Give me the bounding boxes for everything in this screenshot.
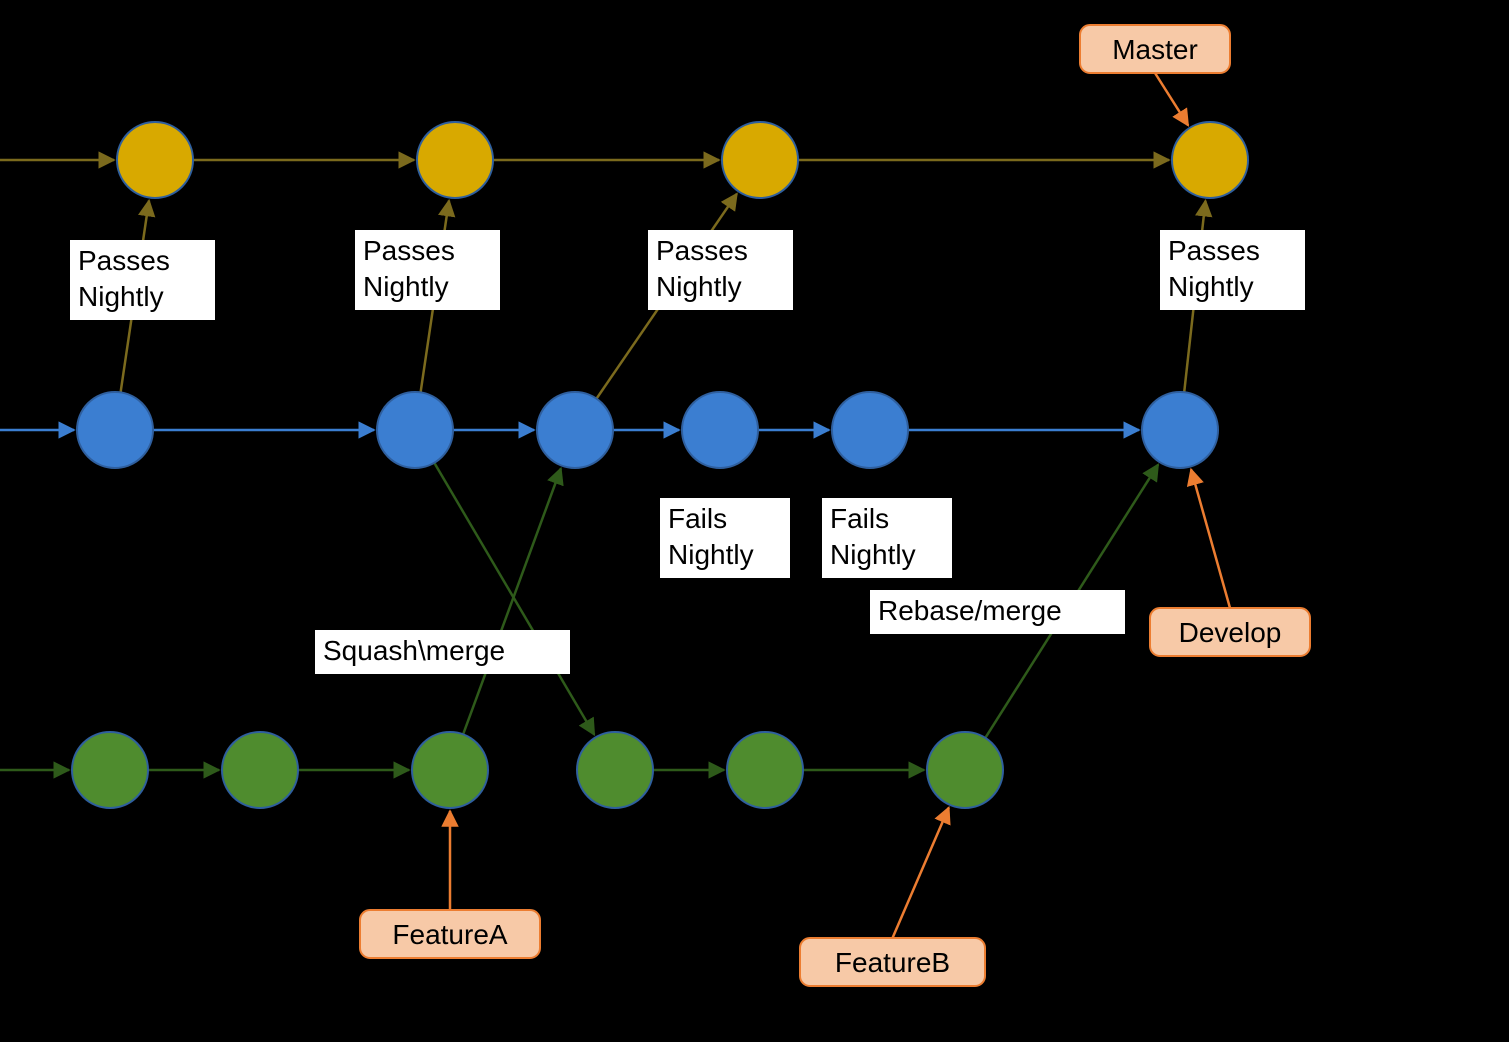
label-text: Passes <box>1168 235 1260 266</box>
commit-f2 <box>222 732 298 808</box>
commit-d1 <box>77 392 153 468</box>
label-text: Nightly <box>1168 271 1254 302</box>
branch-tag-text: Master <box>1112 34 1198 65</box>
label-text: Passes <box>78 245 170 276</box>
tag-pointer-tag_master <box>1155 73 1188 125</box>
commit-f1 <box>72 732 148 808</box>
commit-d6 <box>1142 392 1218 468</box>
commit-f6 <box>927 732 1003 808</box>
label-pn2: Passes Nightly <box>355 230 500 310</box>
tag-pointer-tag_featureB <box>893 808 949 938</box>
commit-d5 <box>832 392 908 468</box>
label-text: Nightly <box>656 271 742 302</box>
edge-d2-f4 <box>415 430 594 735</box>
label-text: Nightly <box>830 539 916 570</box>
label-fn1: Fails Nightly <box>660 498 790 578</box>
tag-pointer-tag_develop <box>1191 469 1230 608</box>
label-text: Fails <box>668 503 727 534</box>
commit-m3 <box>722 122 798 198</box>
commit-m2 <box>417 122 493 198</box>
label-text: Squash\merge <box>323 635 505 666</box>
label-text: Nightly <box>363 271 449 302</box>
commit-f4 <box>577 732 653 808</box>
label-rb: Rebase/merge <box>870 590 1125 634</box>
branch-tag-tag_master: Master <box>1080 25 1230 73</box>
label-text: Passes <box>363 235 455 266</box>
commit-d4 <box>682 392 758 468</box>
label-pn4: Passes Nightly <box>1160 230 1305 310</box>
label-fn2: Fails Nightly <box>822 498 952 578</box>
branch-tag-text: Develop <box>1179 617 1282 648</box>
label-text: Rebase/merge <box>878 595 1062 626</box>
label-text: Nightly <box>78 281 164 312</box>
commit-f3 <box>412 732 488 808</box>
label-text: Fails <box>830 503 889 534</box>
edge-f3-d3 <box>450 468 561 770</box>
label-pn3: Passes Nightly <box>648 230 793 310</box>
commit-m1 <box>117 122 193 198</box>
git-flow-diagram: PassesNightlyPassesNightlyPassesNightlyP… <box>0 0 1509 1042</box>
commit-d2 <box>377 392 453 468</box>
commit-m4 <box>1172 122 1248 198</box>
commit-d3 <box>537 392 613 468</box>
branch-tag-tag_featureA: FeatureA <box>360 910 540 958</box>
branch-tag-text: FeatureB <box>835 947 950 978</box>
commit-f5 <box>727 732 803 808</box>
branch-tag-tag_develop: Develop <box>1150 608 1310 656</box>
label-text: Passes <box>656 235 748 266</box>
branch-tag-tag_featureB: FeatureB <box>800 938 985 986</box>
label-sq: Squash\merge <box>315 630 570 674</box>
branch-tag-text: FeatureA <box>392 919 507 950</box>
label-pn1: Passes Nightly <box>70 240 215 320</box>
label-text: Nightly <box>668 539 754 570</box>
